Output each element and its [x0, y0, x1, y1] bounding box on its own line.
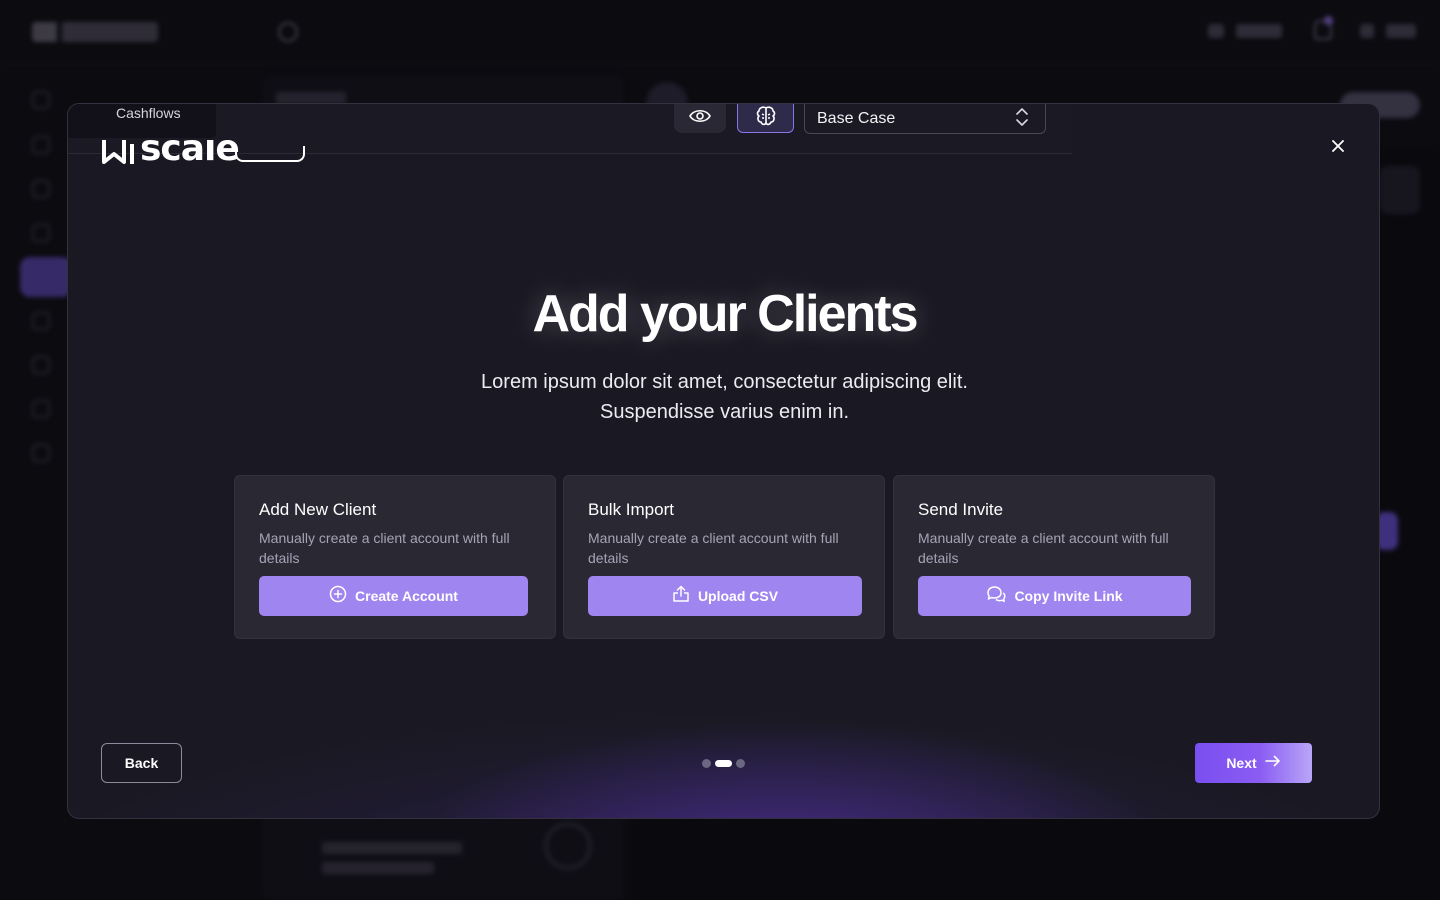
- step-pagination: [702, 758, 745, 768]
- eye-icon: [689, 109, 711, 128]
- brain-icon: [754, 104, 778, 133]
- sidebar-toggle-icon: [278, 22, 298, 42]
- brand-wordmark: scale: [140, 140, 240, 168]
- next-button[interactable]: Next: [1195, 743, 1312, 783]
- background-topbar: [0, 0, 1440, 64]
- background-list-line: [322, 862, 434, 874]
- back-button[interactable]: Back: [101, 743, 182, 783]
- close-icon: [1332, 139, 1344, 157]
- background-logo: [32, 22, 158, 42]
- scenario-select[interactable]: Base Case: [804, 104, 1046, 134]
- close-button[interactable]: [1326, 136, 1350, 160]
- pagination-dot[interactable]: [702, 758, 711, 768]
- create-account-button[interactable]: Create Account: [259, 576, 528, 616]
- brand-badge: [235, 146, 305, 162]
- sidebar-icon: [32, 400, 50, 418]
- modal-subtitle-line: Lorem ipsum dolor sit amet, consectetur …: [481, 371, 968, 393]
- pagination-dot[interactable]: [736, 758, 745, 768]
- sidebar-icon: [32, 136, 50, 154]
- sidebar-icon: [32, 356, 50, 374]
- upload-icon: [672, 585, 690, 608]
- card-title: Bulk Import: [588, 500, 674, 519]
- create-account-label: Create Account: [355, 588, 458, 604]
- modal-glow: [68, 104, 1379, 818]
- card-title: Add New Client: [259, 500, 377, 519]
- tab-cashflows[interactable]: Cashflows: [68, 104, 216, 138]
- plus-circle-icon: [329, 585, 347, 608]
- sidebar-icon: [32, 312, 50, 330]
- background-list-line: [322, 842, 462, 854]
- chat-bubbles-icon: [986, 585, 1006, 608]
- upload-csv-button[interactable]: Upload CSV: [588, 576, 862, 616]
- modal-subtitle: Lorem ipsum dolor sit amet, consectetur …: [68, 367, 1379, 427]
- notification-dot: [1324, 16, 1333, 25]
- add-new-client-card: Add New Client Manually create a client …: [234, 475, 556, 639]
- scenario-select-value: Base Case: [817, 109, 896, 127]
- modal-title: Add your Clients: [532, 285, 918, 343]
- client-options: Add New Client Manually create a client …: [234, 475, 1216, 639]
- brand-mark-icon: [102, 140, 136, 168]
- background-settings-icon: [1208, 24, 1224, 38]
- bulk-import-card: Bulk Import Manually create a client acc…: [563, 475, 885, 639]
- add-clients-modal: Cashflows Base Case scale Add your Clien…: [67, 103, 1380, 819]
- brand-logo: scale: [102, 140, 312, 168]
- sidebar-icon: [32, 180, 50, 198]
- background-box: [1380, 166, 1420, 214]
- card-description: Manually create a client account with fu…: [259, 530, 510, 566]
- modal-subtitle-line: Suspendisse varius enim in.: [599, 401, 849, 423]
- card-title: Send Invite: [918, 500, 1004, 519]
- copy-invite-link-label: Copy Invite Link: [1014, 588, 1123, 604]
- upload-csv-label: Upload CSV: [697, 588, 779, 604]
- background-user-label: [1386, 24, 1416, 38]
- next-button-label: Next: [1226, 755, 1257, 771]
- send-invite-card: Send Invite Manually create a client acc…: [893, 475, 1215, 639]
- background-settings-label: [1236, 24, 1282, 38]
- arrow-right-icon: [1264, 754, 1281, 772]
- back-button-label: Back: [124, 755, 159, 771]
- tab-cashflows-label: Cashflows: [116, 105, 181, 121]
- sidebar-icon: [32, 224, 50, 242]
- sidebar-icon: [32, 444, 50, 462]
- card-description: Manually create a client account with fu…: [918, 530, 1169, 566]
- card-description: Manually create a client account with fu…: [588, 530, 839, 566]
- background-progress-ring: [544, 822, 592, 870]
- visibility-toggle-button[interactable]: [674, 104, 726, 133]
- ai-insights-button[interactable]: [737, 104, 794, 133]
- user-icon: [1360, 24, 1374, 38]
- chevron-up-down-icon: [1015, 106, 1029, 133]
- pagination-dot-active[interactable]: [715, 759, 732, 767]
- copy-invite-link-button[interactable]: Copy Invite Link: [918, 576, 1191, 616]
- sidebar-active-item: [20, 257, 72, 297]
- sidebar-icon: [32, 91, 50, 109]
